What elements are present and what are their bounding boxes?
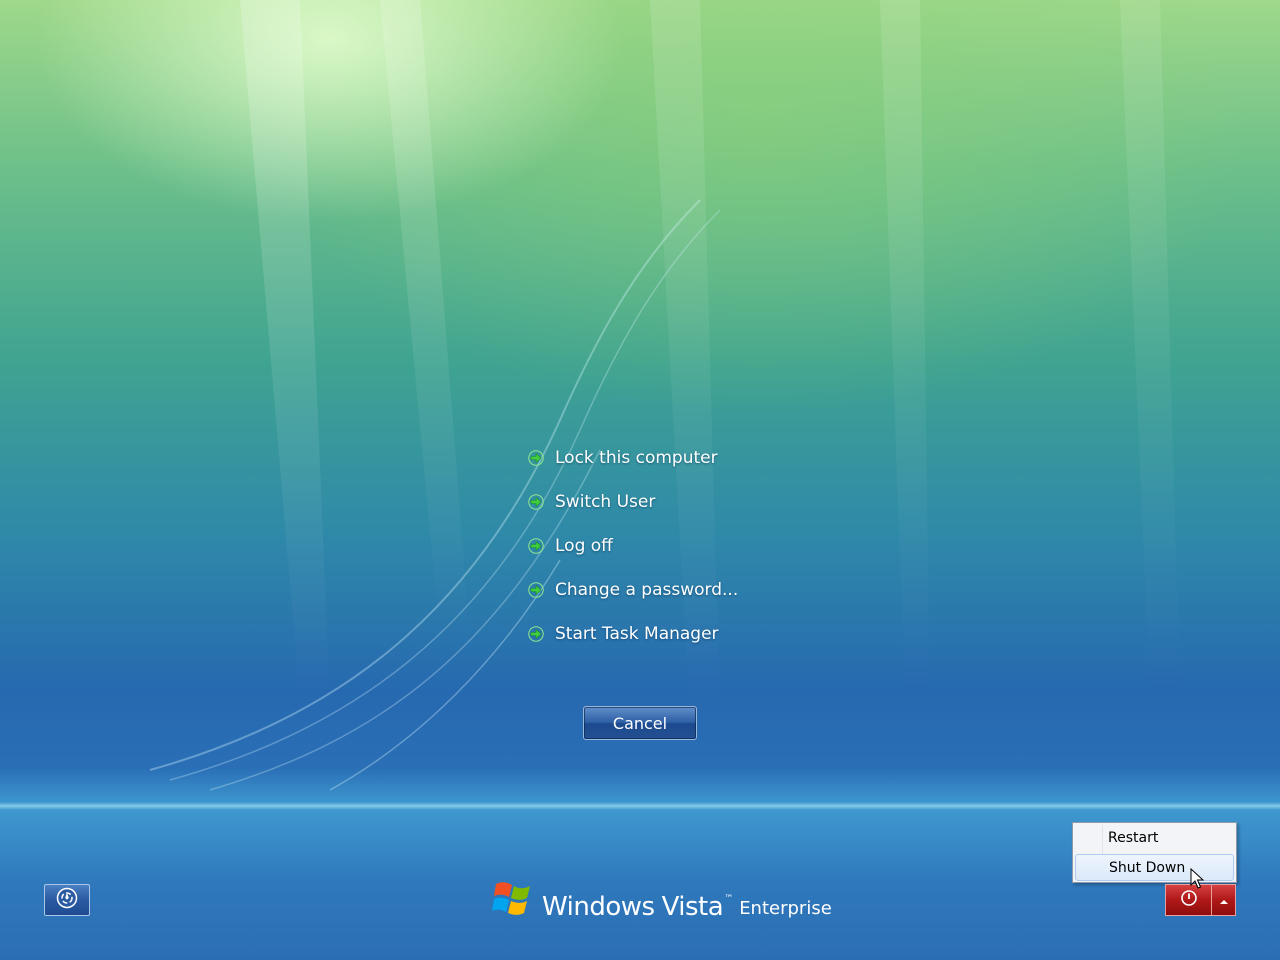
green-arrow-icon xyxy=(527,493,545,511)
edition-text: Enterprise xyxy=(739,898,832,919)
power-options-arrow-button[interactable] xyxy=(1211,884,1236,916)
option-label: Start Task Manager xyxy=(555,624,719,644)
windows-flag-icon xyxy=(492,878,536,922)
power-options-menu: Restart Shut Down xyxy=(1072,822,1237,883)
cancel-button[interactable]: Cancel xyxy=(583,706,697,740)
option-log-off[interactable]: Log off xyxy=(527,524,787,568)
option-lock-computer[interactable]: Lock this computer xyxy=(527,436,787,480)
background-light-rays xyxy=(149,0,1180,791)
option-switch-user[interactable]: Switch User xyxy=(527,480,787,524)
shut-down-button[interactable] xyxy=(1165,884,1211,916)
security-options-list: Lock this computer Switch User Log off C… xyxy=(527,436,787,656)
option-label: Switch User xyxy=(555,492,656,512)
ease-of-access-button[interactable] xyxy=(44,884,90,916)
green-arrow-icon xyxy=(527,537,545,555)
ease-of-access-icon xyxy=(56,887,78,913)
option-label: Lock this computer xyxy=(555,448,718,468)
brand-vista-text: Vista xyxy=(661,892,724,922)
option-change-password[interactable]: Change a password... xyxy=(527,568,787,612)
green-arrow-icon xyxy=(527,581,545,599)
option-start-task-manager[interactable]: Start Task Manager xyxy=(527,612,787,656)
green-arrow-icon xyxy=(527,625,545,643)
menu-item-restart[interactable]: Restart xyxy=(1075,824,1234,851)
chevron-up-icon xyxy=(1219,891,1229,910)
horizon-glow xyxy=(0,802,1280,810)
green-arrow-icon xyxy=(527,449,545,467)
option-label: Log off xyxy=(555,536,613,556)
option-label: Change a password... xyxy=(555,580,739,600)
menu-item-shut-down[interactable]: Shut Down xyxy=(1075,854,1234,881)
trademark-symbol: ™ xyxy=(724,894,734,904)
windows-vista-branding: Windows Vista ™ Enterprise xyxy=(492,878,832,922)
mouse-cursor-icon xyxy=(1190,867,1205,894)
brand-windows-text: Windows xyxy=(542,892,655,922)
